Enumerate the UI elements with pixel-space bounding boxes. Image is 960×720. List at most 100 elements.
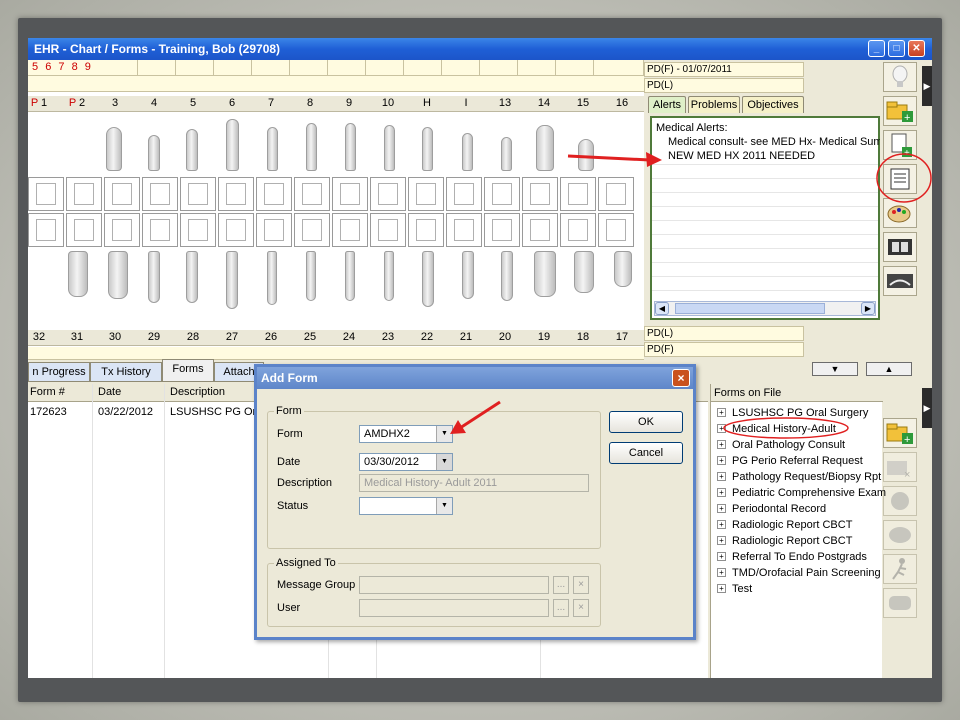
tab-tx-history[interactable]: Tx History (90, 362, 162, 382)
user-field (359, 599, 549, 617)
tooth-18[interactable] (574, 251, 594, 293)
expand-icon: + (717, 472, 726, 481)
tab-problems[interactable]: Problems (688, 96, 740, 113)
scroll-thumb[interactable] (675, 303, 825, 314)
tooth-28[interactable] (186, 251, 198, 303)
tree-item[interactable]: + TMD/Orofacial Pain Screening (717, 566, 881, 580)
column-header-date[interactable]: Date (98, 386, 121, 398)
user-clear-button[interactable]: × (573, 599, 589, 617)
description-field: Medical History- Adult 2011 (359, 474, 589, 492)
scroll-left-icon[interactable]: ◀ (655, 302, 669, 315)
tooth-5[interactable] (186, 129, 198, 171)
tooth-7[interactable] (267, 127, 278, 171)
tooth-13[interactable] (501, 137, 512, 171)
scroll-down-icon[interactable]: ▼ (812, 362, 858, 376)
column-header-form-number[interactable]: Form # (30, 386, 65, 398)
tree-item[interactable]: + Test (717, 582, 752, 596)
xray-panoramic-icon[interactable] (883, 266, 917, 296)
svg-text:×: × (904, 469, 910, 481)
tooth-15[interactable] (578, 139, 594, 171)
alerts-horizontal-scrollbar[interactable]: ◀ ▶ (654, 301, 876, 316)
medical-alerts-panel[interactable]: Medical Alerts: Medical consult- see MED… (650, 116, 892, 320)
chevron-down-icon[interactable]: ▼ (436, 498, 452, 514)
close-button[interactable]: ✕ (908, 40, 925, 57)
tooth-29[interactable] (148, 251, 160, 303)
dialog-close-button[interactable]: × (672, 369, 690, 387)
tooth-14[interactable] (536, 125, 554, 171)
message-group-clear-button[interactable]: × (573, 576, 589, 594)
date-field[interactable]: 03/30/2012 ▼ (359, 453, 453, 471)
group-icon[interactable] (883, 520, 917, 550)
chevron-down-icon[interactable]: ▼ (436, 426, 452, 442)
tooth-17[interactable] (614, 251, 632, 287)
document-add-icon[interactable]: + (883, 130, 917, 160)
tooth-h[interactable] (422, 127, 433, 171)
tree-item[interactable]: + Radiologic Report CBCT (717, 518, 852, 532)
ehr-window: EHR - Chart / Forms - Training, Bob (297… (28, 38, 932, 678)
tree-item[interactable]: + Pediatric Comprehensive Exam (717, 486, 886, 500)
calendar-dropdown-icon[interactable]: ▼ (436, 454, 452, 470)
maximize-button[interactable]: □ (888, 40, 905, 57)
message-group-browse-button[interactable]: ... (553, 576, 569, 594)
tooth-6[interactable] (226, 119, 239, 171)
running-person-icon[interactable] (883, 554, 917, 584)
tree-item[interactable]: + PG Perio Referral Request (717, 454, 863, 468)
form-icon[interactable] (883, 164, 917, 194)
user-browse-button[interactable]: ... (553, 599, 569, 617)
folder-add-icon[interactable]: + (883, 418, 917, 448)
cancel-button[interactable]: Cancel (609, 442, 683, 464)
assigned-to-label: Assigned To (274, 557, 338, 569)
minimize-button[interactable]: _ (868, 40, 885, 57)
tooth-25[interactable] (306, 251, 316, 301)
tooth-21[interactable] (462, 251, 474, 299)
tooth-22[interactable] (422, 251, 434, 307)
tab-alerts[interactable]: Alerts (648, 96, 686, 113)
dialog-title-bar[interactable]: Add Form × (257, 367, 693, 389)
column-header-description[interactable]: Description (170, 386, 225, 398)
expand-arrow-icon[interactable]: ▶ (922, 388, 932, 428)
add-form-dialog: Add Form × Form Form AMDHX2 ▼ Date 03/30… (254, 364, 696, 640)
tooth-i[interactable] (462, 133, 473, 171)
window-title-bar[interactable]: EHR - Chart / Forms - Training, Bob (297… (28, 38, 932, 60)
tooth-23[interactable] (384, 251, 394, 301)
tree-item[interactable]: + Radiologic Report CBCT (717, 534, 852, 548)
paint-palette-icon[interactable] (883, 198, 917, 228)
tab-objectives[interactable]: Objectives (742, 96, 804, 113)
scroll-right-icon[interactable]: ▶ (861, 302, 875, 315)
tab-forms[interactable]: Forms (162, 359, 214, 382)
pd-label-top1: PD(F) - 01/07/2011 (644, 62, 804, 77)
tooth-20[interactable] (501, 251, 513, 301)
tooth-26[interactable] (267, 251, 277, 305)
tooth-4[interactable] (148, 135, 160, 171)
expand-arrow-icon[interactable]: ▶ (922, 66, 932, 106)
light-bulb-icon[interactable] (883, 62, 917, 92)
tree-item[interactable]: + Medical History-Adult (717, 422, 836, 436)
tooth-10[interactable] (384, 125, 395, 171)
tree-item[interactable]: + Referral To Endo Postgrads (717, 550, 867, 564)
tooth-9[interactable] (345, 123, 356, 171)
teeth-icon[interactable] (883, 588, 917, 618)
description-label: Description (277, 477, 333, 489)
tab-in-progress[interactable]: n Progress (28, 362, 90, 382)
tooth-8[interactable] (306, 123, 317, 171)
tooth-30[interactable] (108, 251, 128, 299)
form-select[interactable]: AMDHX2 ▼ (359, 425, 453, 443)
tree-item[interactable]: + Periodontal Record (717, 502, 826, 516)
tooth-31[interactable] (68, 251, 88, 297)
tree-item[interactable]: + LSUSHSC PG Oral Surgery (717, 406, 868, 420)
ok-button[interactable]: OK (609, 411, 683, 433)
folder-add-icon[interactable]: + (883, 96, 917, 126)
tooth-24[interactable] (345, 251, 355, 301)
form-label: Form (277, 428, 303, 440)
folder-delete-icon[interactable]: × (883, 452, 917, 482)
xray-film-icon[interactable] (883, 232, 917, 262)
head-icon[interactable] (883, 486, 917, 516)
expand-icon: + (717, 536, 726, 545)
tree-item[interactable]: + Oral Pathology Consult (717, 438, 845, 452)
scroll-up-icon[interactable]: ▲ (866, 362, 912, 376)
tooth-3[interactable] (106, 127, 122, 171)
tree-item[interactable]: + Pathology Request/Biopsy Rpt (717, 470, 881, 484)
tooth-27[interactable] (226, 251, 238, 309)
tooth-19[interactable] (534, 251, 556, 297)
status-select[interactable]: ▼ (359, 497, 453, 515)
